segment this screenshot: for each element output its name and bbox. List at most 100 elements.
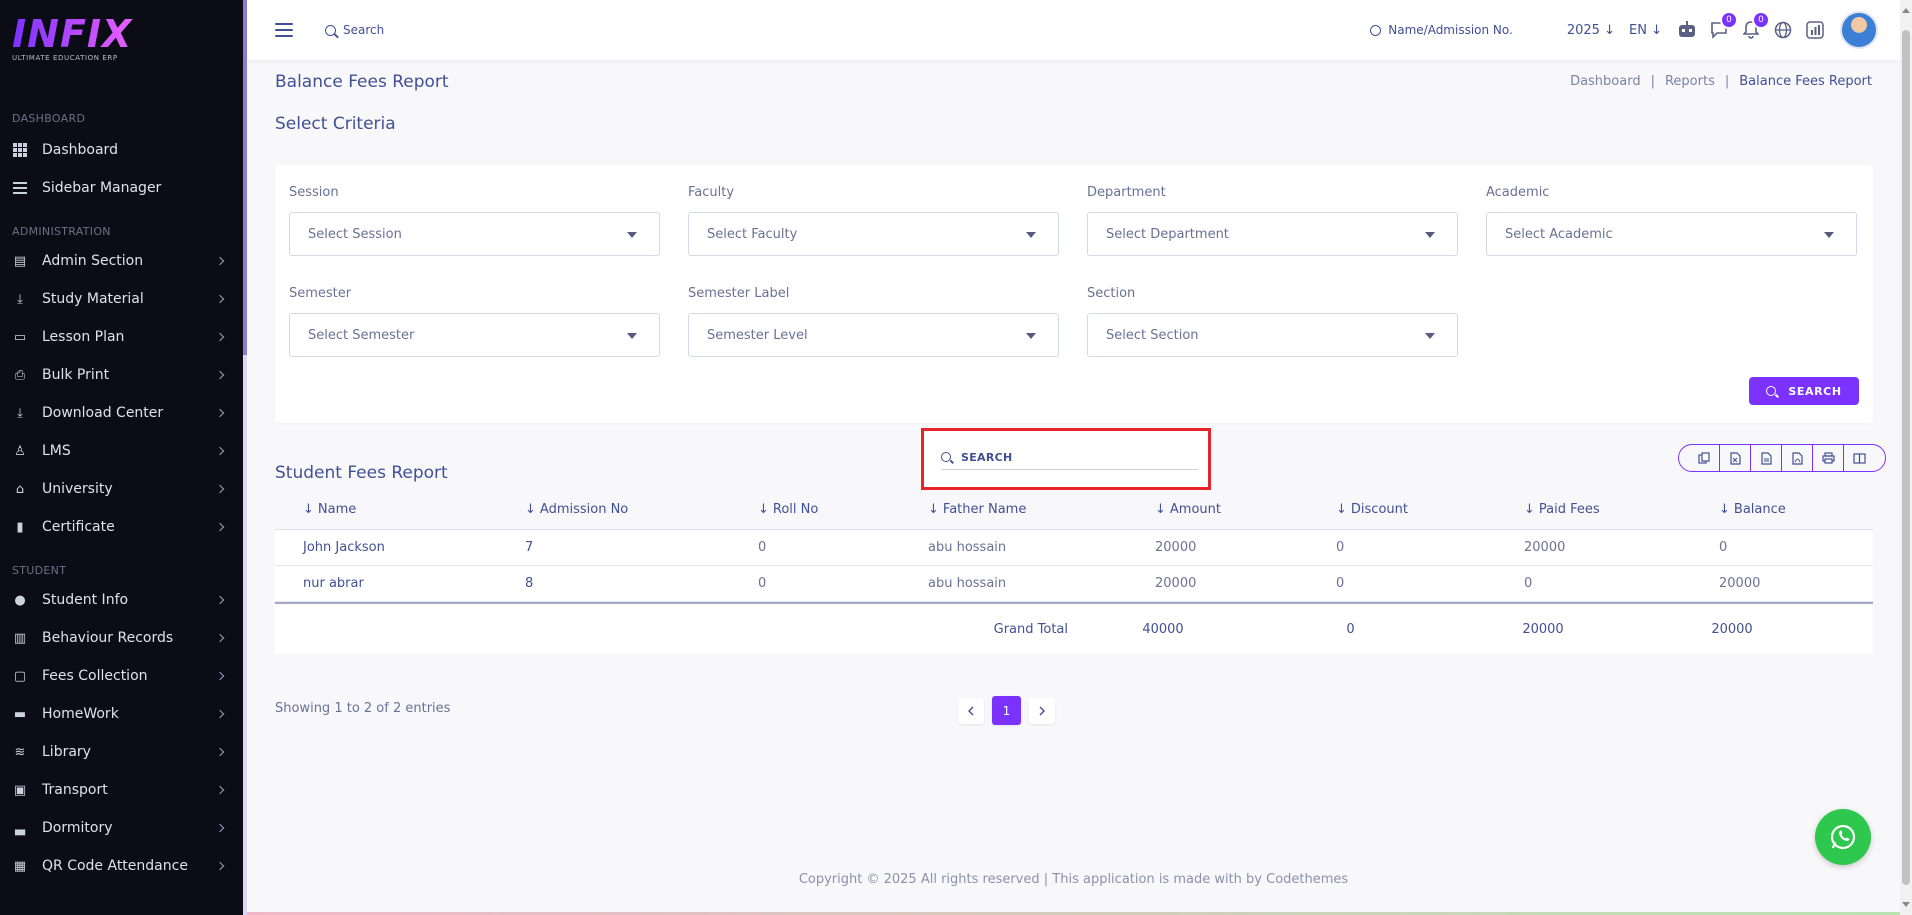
certificate-icon: ▮ <box>16 519 24 535</box>
sidebar-item-label: Lesson Plan <box>42 329 125 345</box>
sidebar: INFIX ULTIMATE EDUCATION ERP DASHBOARD D… <box>0 0 245 915</box>
cell-paid-fees: 20000 <box>1524 540 1566 555</box>
sidebar-item-bulk-print[interactable]: ⎙ Bulk Print <box>0 356 245 394</box>
language-selector[interactable]: EN ↓ <box>1629 23 1662 38</box>
sidebar-item-study-material[interactable]: ⤓ Study Material <box>0 280 245 318</box>
scroll-up-icon[interactable] <box>1902 8 1910 13</box>
admin-icon: ▤ <box>13 253 27 269</box>
column-header-admission-no[interactable]: ↓ Admission No <box>497 502 730 517</box>
session-select[interactable]: Select Session <box>289 212 660 256</box>
user-icon: ● <box>14 592 26 608</box>
sidebar-section-dashboard: DASHBOARD Dashboard Sidebar Manager <box>0 112 245 207</box>
sidebar-item-student-info[interactable]: ● Student Info <box>0 581 245 619</box>
hamburger-menu-icon[interactable] <box>275 23 293 37</box>
breadcrumb-current[interactable]: Balance Fees Report <box>1739 74 1872 89</box>
column-label: Balance <box>1733 502 1786 517</box>
cell-roll-no: 0 <box>758 576 767 591</box>
sidebar-item-lesson-plan[interactable]: ▭ Lesson Plan <box>0 318 245 356</box>
sidebar-item-sidebar-manager[interactable]: Sidebar Manager <box>0 169 245 207</box>
column-header-paid-fees[interactable]: ↓ Paid Fees <box>1496 502 1691 517</box>
fees-table: ↓ Name ↓ Admission No ↓ Roll No ↓ Father Nam… <box>275 490 1873 654</box>
download-icon: ⤓ <box>17 291 23 307</box>
column-header-roll-no[interactable]: ↓ Roll No <box>730 502 900 517</box>
department-select[interactable]: Select Department <box>1087 212 1458 256</box>
scroll-down-icon[interactable] <box>1902 902 1910 907</box>
page-button-current[interactable]: 1 <box>992 696 1021 725</box>
total-paid-fees: 20000 <box>1522 621 1564 637</box>
globe-icon[interactable] <box>1772 19 1794 41</box>
analytics-icon[interactable] <box>1804 19 1826 41</box>
scrollbar-thumb[interactable] <box>1902 30 1910 885</box>
prev-page-button[interactable] <box>958 697 984 724</box>
sidebar-item-dashboard[interactable]: Dashboard <box>0 131 245 169</box>
sidebar-item-library[interactable]: ≋ Library <box>0 733 245 771</box>
sidebar-item-transport[interactable]: ▣ Transport <box>0 771 245 809</box>
field-label: Faculty <box>688 185 735 200</box>
semester-select[interactable]: Select Semester <box>289 313 660 357</box>
sidebar-item-label: Sidebar Manager <box>42 180 162 196</box>
sidebar-item-certificate[interactable]: ▮ Certificate <box>0 508 245 546</box>
sidebar-item-admin-section[interactable]: ▤ Admin Section <box>0 242 245 280</box>
sidebar-item-qr-code-attendance[interactable]: ▦ QR Code Attendance <box>0 847 245 885</box>
copy-icon[interactable] <box>1689 445 1720 471</box>
sidebar-section-title: STUDENT <box>12 564 67 577</box>
logo-text: INFIX <box>12 15 233 53</box>
breadcrumb-dashboard[interactable]: Dashboard <box>1570 74 1641 89</box>
page-scrollbar[interactable] <box>1900 0 1912 915</box>
column-label: Paid Fees <box>1538 502 1600 517</box>
breadcrumb-reports[interactable]: Reports <box>1665 74 1715 89</box>
year-selector[interactable]: 2025 ↓ <box>1567 23 1615 38</box>
column-header-discount[interactable]: ↓ Discount <box>1308 502 1496 517</box>
semester-label-select[interactable]: Semester Level <box>688 313 1059 357</box>
whatsapp-button[interactable] <box>1815 809 1871 865</box>
copyright-footer: Copyright © 2025 All rights reserved | T… <box>798 872 1349 887</box>
sidebar-item-university[interactable]: ⌂ University <box>0 470 245 508</box>
grid-icon <box>12 142 28 158</box>
arrow-down-icon: ↓ <box>1604 22 1615 38</box>
academic-field: Academic Select Academic <box>1486 185 1857 256</box>
sidebar-item-lms[interactable]: ♙ LMS <box>0 432 245 470</box>
pdf-icon[interactable] <box>1782 445 1813 471</box>
search-icon <box>941 452 951 462</box>
caret-down-icon <box>1425 333 1435 339</box>
chat-icon[interactable]: 0 <box>1708 11 1738 41</box>
faculty-select[interactable]: Select Faculty <box>688 212 1059 256</box>
table-search-box[interactable]: SEARCH <box>921 428 1211 490</box>
next-page-button[interactable] <box>1029 697 1055 724</box>
columns-icon[interactable] <box>1844 445 1875 471</box>
bell-icon[interactable]: 0 <box>1740 11 1770 41</box>
section-select[interactable]: Select Section <box>1087 313 1458 357</box>
user-avatar[interactable] <box>1840 11 1878 49</box>
sidebar-item-fees-collection[interactable]: ▢ Fees Collection <box>0 657 245 695</box>
chevron-right-icon <box>215 671 225 681</box>
sidebar-item-dormitory[interactable]: ▃ Dormitory <box>0 809 245 847</box>
sidebar-item-label: Behaviour Records <box>42 630 174 646</box>
column-header-amount[interactable]: ↓ Amount <box>1127 502 1308 517</box>
excel-icon[interactable] <box>1720 445 1751 471</box>
sort-arrow-icon: ↓ <box>928 502 939 517</box>
robot-icon[interactable] <box>1676 19 1698 41</box>
print-icon[interactable] <box>1813 445 1844 471</box>
sort-arrow-icon: ↓ <box>1336 502 1347 517</box>
total-balance: 20000 <box>1711 621 1753 637</box>
column-header-name[interactable]: ↓ Name <box>275 502 497 517</box>
sidebar-item-label: Student Info <box>42 592 129 608</box>
academic-select[interactable]: Select Academic <box>1486 212 1857 256</box>
total-discount: 0 <box>1346 621 1355 637</box>
search-button[interactable]: SEARCH <box>1749 377 1859 405</box>
sidebar-item-homework[interactable]: ▬ HomeWork <box>0 695 245 733</box>
logo[interactable]: INFIX ULTIMATE EDUCATION ERP <box>0 0 245 80</box>
header-search[interactable]: Search <box>325 23 384 37</box>
admission-search[interactable]: Name/Admission No. <box>1370 23 1513 37</box>
header-right: Name/Admission No. 2025 ↓ EN ↓ 0 0 <box>1370 0 1878 60</box>
column-header-balance[interactable]: ↓ Balance <box>1691 502 1873 517</box>
header-search-label: Search <box>343 23 385 37</box>
sidebar-item-download-center[interactable]: ⤓ Download Center <box>0 394 245 432</box>
table-search-input[interactable]: SEARCH <box>941 445 1198 470</box>
sidebar-item-behaviour-records[interactable]: ▥ Behaviour Records <box>0 619 245 657</box>
cell-paid-fees: 0 <box>1524 576 1533 591</box>
csv-icon[interactable] <box>1751 445 1782 471</box>
select-value: Semester Level <box>707 327 808 343</box>
sidebar-section-administration: ADMINISTRATION ▤ Admin Section ⤓ Study Mat… <box>0 225 245 546</box>
column-header-father-name[interactable]: ↓ Father Name <box>900 502 1127 517</box>
